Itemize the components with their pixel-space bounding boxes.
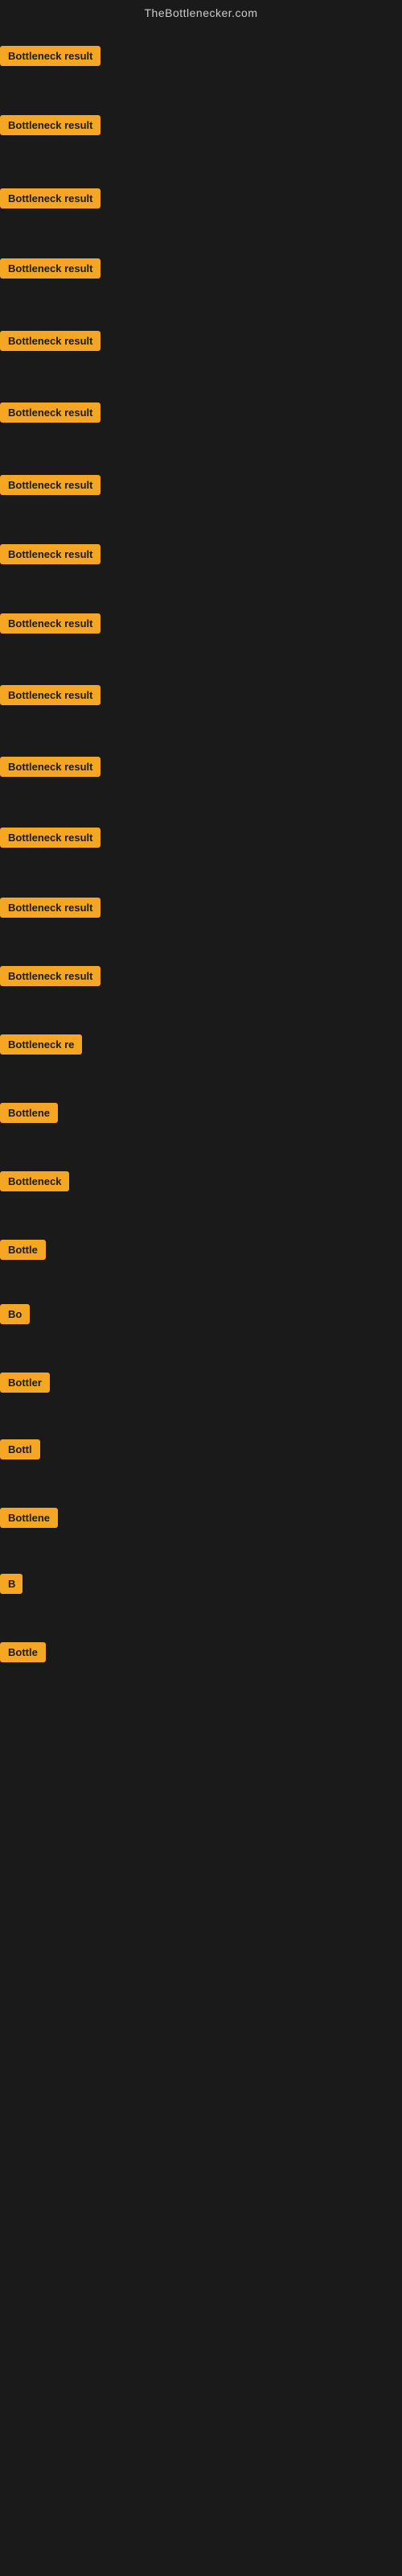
bottleneck-item-9[interactable]: Bottleneck result bbox=[0, 613, 100, 638]
bottleneck-badge-20: Bottler bbox=[0, 1373, 50, 1393]
bottleneck-item-17[interactable]: Bottleneck bbox=[0, 1171, 69, 1195]
bottleneck-badge-6: Bottleneck result bbox=[0, 402, 100, 423]
bottleneck-item-15[interactable]: Bottleneck re bbox=[0, 1034, 82, 1059]
bottleneck-item-3[interactable]: Bottleneck result bbox=[0, 188, 100, 213]
bottleneck-badge-16: Bottlene bbox=[0, 1103, 58, 1123]
bottleneck-item-23[interactable]: B bbox=[0, 1574, 23, 1598]
bottleneck-item-7[interactable]: Bottleneck result bbox=[0, 475, 100, 499]
bottleneck-item-5[interactable]: Bottleneck result bbox=[0, 331, 100, 355]
bottleneck-item-11[interactable]: Bottleneck result bbox=[0, 757, 100, 781]
bottleneck-item-12[interactable]: Bottleneck result bbox=[0, 828, 100, 852]
bottleneck-item-16[interactable]: Bottlene bbox=[0, 1103, 58, 1127]
bottleneck-badge-19: Bo bbox=[0, 1304, 30, 1324]
bottleneck-badge-22: Bottlene bbox=[0, 1508, 58, 1528]
bottleneck-item-14[interactable]: Bottleneck result bbox=[0, 966, 100, 990]
bottleneck-badge-15: Bottleneck re bbox=[0, 1034, 82, 1055]
bottleneck-item-20[interactable]: Bottler bbox=[0, 1373, 50, 1397]
bottleneck-badge-23: B bbox=[0, 1574, 23, 1594]
bottleneck-item-2[interactable]: Bottleneck result bbox=[0, 115, 100, 139]
bottleneck-badge-1: Bottleneck result bbox=[0, 46, 100, 66]
bottleneck-item-1[interactable]: Bottleneck result bbox=[0, 46, 100, 70]
bottleneck-badge-7: Bottleneck result bbox=[0, 475, 100, 495]
bottleneck-badge-3: Bottleneck result bbox=[0, 188, 100, 208]
bottleneck-badge-18: Bottle bbox=[0, 1240, 46, 1260]
bottleneck-item-4[interactable]: Bottleneck result bbox=[0, 258, 100, 283]
bottleneck-badge-24: Bottle bbox=[0, 1642, 46, 1662]
bottleneck-item-18[interactable]: Bottle bbox=[0, 1240, 46, 1264]
bottleneck-item-19[interactable]: Bo bbox=[0, 1304, 30, 1328]
bottleneck-badge-17: Bottleneck bbox=[0, 1171, 69, 1191]
bottleneck-badge-11: Bottleneck result bbox=[0, 757, 100, 777]
bottleneck-item-24[interactable]: Bottle bbox=[0, 1642, 46, 1666]
bottleneck-badge-12: Bottleneck result bbox=[0, 828, 100, 848]
bottleneck-item-21[interactable]: Bottl bbox=[0, 1439, 40, 1463]
site-title: TheBottlenecker.com bbox=[0, 0, 402, 23]
bottleneck-badge-4: Bottleneck result bbox=[0, 258, 100, 279]
bottleneck-item-22[interactable]: Bottlene bbox=[0, 1508, 58, 1532]
bottleneck-item-13[interactable]: Bottleneck result bbox=[0, 898, 100, 922]
bottleneck-badge-21: Bottl bbox=[0, 1439, 40, 1459]
bottleneck-item-10[interactable]: Bottleneck result bbox=[0, 685, 100, 709]
bottleneck-badge-14: Bottleneck result bbox=[0, 966, 100, 986]
bottleneck-badge-5: Bottleneck result bbox=[0, 331, 100, 351]
bottleneck-badge-8: Bottleneck result bbox=[0, 544, 100, 564]
bottleneck-badge-10: Bottleneck result bbox=[0, 685, 100, 705]
bottleneck-badge-2: Bottleneck result bbox=[0, 115, 100, 135]
bottleneck-item-6[interactable]: Bottleneck result bbox=[0, 402, 100, 427]
bottleneck-item-8[interactable]: Bottleneck result bbox=[0, 544, 100, 568]
bottleneck-badge-13: Bottleneck result bbox=[0, 898, 100, 918]
bottleneck-badge-9: Bottleneck result bbox=[0, 613, 100, 634]
